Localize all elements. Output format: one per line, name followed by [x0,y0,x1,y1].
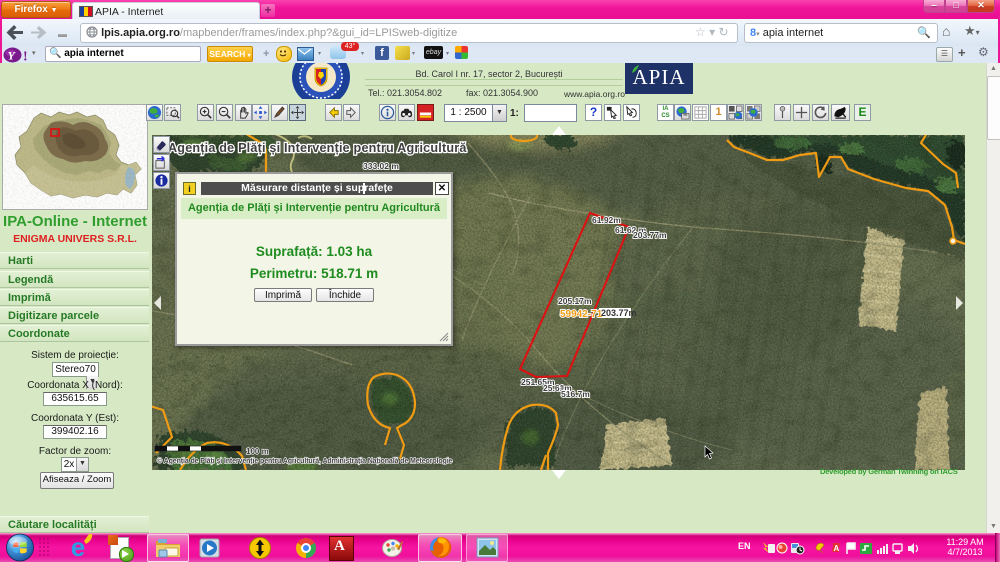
svg-text:59942-71: 59942-71 [560,309,603,320]
svg-text:333.02 m: 333.02 m [363,161,399,171]
svg-text:203.77m: 203.77m [633,230,667,240]
svg-text:61.92m: 61.92m [592,215,621,225]
svg-text:203.77m: 203.77m [601,308,637,318]
svg-text:Agenția de Plăți și Intervenți: Agenția de Plăți și Intervenție pentru A… [168,141,467,155]
svg-text:!: ! [23,50,28,64]
svg-text:516.7m: 516.7m [561,389,590,399]
svg-text:100 m: 100 m [246,447,269,456]
svg-text:205.17m: 205.17m [558,296,592,306]
svg-text:© Agenția de Plăți și Interven: © Agenția de Plăți și Intervenție pentru… [157,457,453,465]
svg-text:A: A [834,544,840,553]
